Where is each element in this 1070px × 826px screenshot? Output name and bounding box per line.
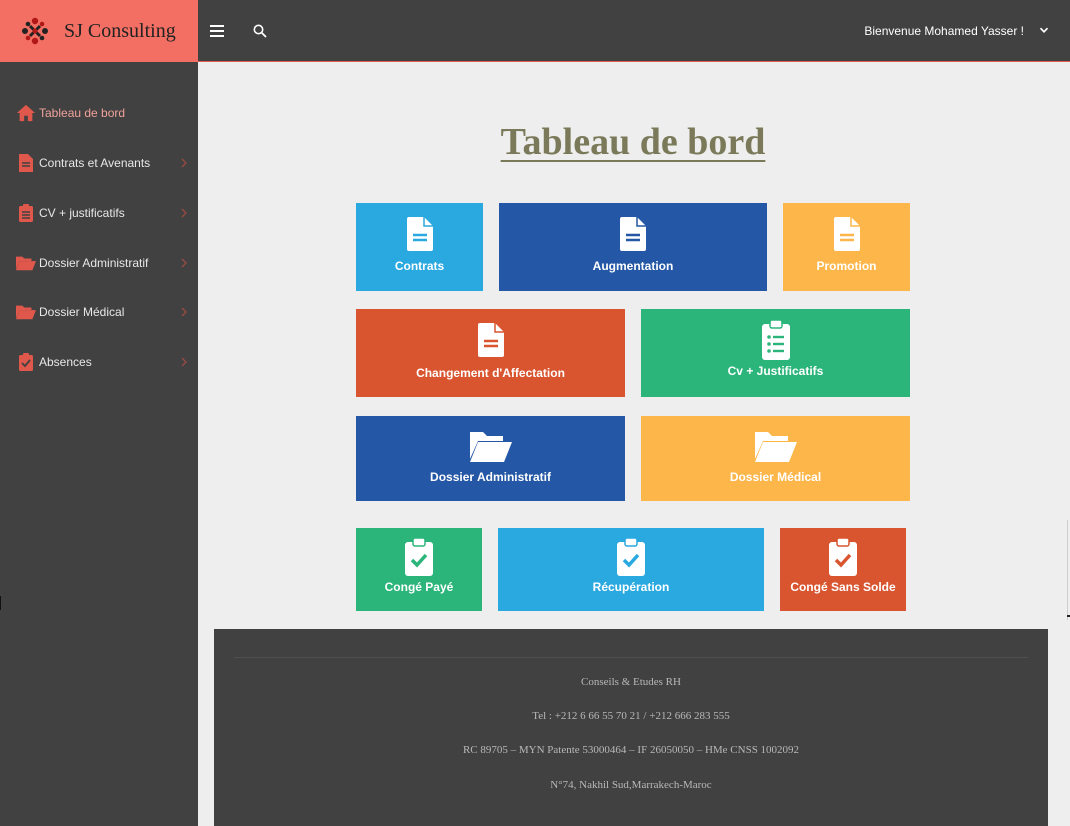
sidebar-item-dossier-medical[interactable]: Dossier Médical — [0, 292, 198, 332]
brand-name: SJ Consulting — [64, 19, 176, 42]
sidebar-item-label: Absences — [39, 355, 92, 369]
sidebar-item-dossier-administratif[interactable]: Dossier Administratif — [0, 243, 198, 283]
chevron-right-icon — [181, 357, 187, 367]
tile-conge-sans-solde[interactable]: Congé Sans Solde — [780, 528, 906, 611]
tile-contrats[interactable]: Contrats — [356, 203, 483, 291]
chevron-down-icon[interactable] — [1038, 24, 1050, 36]
file-icon — [833, 217, 860, 251]
home-icon — [16, 103, 36, 123]
clipboard-list-icon — [761, 320, 790, 360]
clipboard-check-icon — [829, 538, 857, 576]
tile-label: Dossier Administratif — [430, 470, 551, 484]
sidebar-item-absences[interactable]: Absences — [0, 342, 198, 382]
search-icon[interactable] — [252, 23, 268, 39]
sidebar-item-label: Dossier Médical — [39, 305, 125, 319]
sidebar-item-label: Contrats et Avenants — [39, 156, 151, 170]
tile-changement-affectation[interactable]: Changement d'Affectation — [356, 309, 625, 397]
tile-promotion[interactable]: Promotion — [783, 203, 910, 291]
folder-open-icon — [754, 432, 797, 462]
chevron-right-icon — [181, 208, 187, 218]
sidebar-item-tableau-de-bord[interactable]: Tableau de bord — [0, 93, 198, 133]
chevron-right-icon — [181, 258, 187, 268]
tile-dossier-medical[interactable]: Dossier Médical — [641, 416, 910, 501]
tile-label: Cv + Justificatifs — [727, 364, 824, 378]
folder-open-icon — [16, 253, 36, 273]
sj-logo-icon — [16, 12, 54, 50]
footer-company: Conseils & Etudes RH — [581, 676, 681, 688]
tile-dossier-administratif[interactable]: Dossier Administratif — [356, 416, 625, 501]
sidebar-item-label: CV + justificatifs — [39, 206, 125, 220]
chevron-right-icon — [181, 158, 187, 168]
tile-label: Récupération — [592, 580, 670, 594]
main-content: Tableau de bord Contrats Augmentation Pr… — [198, 62, 1070, 826]
clipboard-check-icon — [405, 538, 433, 576]
page-title: Tableau de bord — [500, 121, 766, 163]
tile-recuperation[interactable]: Récupération — [498, 528, 764, 611]
scrollbar[interactable] — [1067, 520, 1068, 620]
sidebar: Tableau de bord Contrats et Avenants CV … — [0, 62, 198, 826]
tile-label: Congé Payé — [384, 580, 454, 594]
window-edge-marker — [0, 596, 1, 610]
footer-phone: Tel : +212 6 66 55 70 21 / +212 666 283 … — [532, 710, 730, 722]
footer: Conseils & Etudes RH Tel : +212 6 66 55 … — [214, 629, 1048, 826]
footer-divider — [234, 657, 1028, 658]
folder-open-icon — [469, 432, 512, 462]
tile-cv-justificatifs[interactable]: Cv + Justificatifs — [641, 309, 910, 397]
tile-label: Contrats — [394, 259, 445, 273]
tile-conge-paye[interactable]: Congé Payé — [356, 528, 482, 611]
footer-address: N°74, Nakhil Sud,Marrakech-Maroc — [550, 779, 712, 791]
tile-label: Dossier Médical — [729, 470, 822, 484]
sidebar-item-label: Dossier Administratif — [39, 256, 149, 270]
tile-label: Changement d'Affectation — [416, 366, 565, 380]
tile-augmentation[interactable]: Augmentation — [499, 203, 767, 291]
chevron-right-icon — [181, 307, 187, 317]
top-navbar: Bienvenue Mohamed Yasser ! — [198, 0, 1070, 62]
welcome-user-menu[interactable]: Bienvenue Mohamed Yasser ! — [864, 24, 1024, 38]
tile-label: Congé Sans Solde — [790, 580, 896, 594]
file-icon — [477, 323, 504, 357]
file-icon — [16, 153, 36, 173]
sidebar-item-label: Tableau de bord — [39, 106, 126, 120]
folder-open-icon — [16, 302, 36, 322]
footer-registration: RC 89705 – MYN Patente 53000464 – IF 260… — [462, 744, 800, 756]
file-icon — [406, 217, 433, 251]
clipboard-list-icon — [16, 203, 36, 223]
clipboard-check-icon — [617, 538, 645, 576]
hamburger-icon[interactable] — [210, 21, 230, 41]
brand-header[interactable]: SJ Consulting — [0, 0, 198, 62]
tile-label: Augmentation — [592, 259, 674, 273]
file-icon — [620, 217, 646, 251]
tile-label: Promotion — [816, 259, 877, 273]
sidebar-item-cv-justificatifs[interactable]: CV + justificatifs — [0, 193, 198, 233]
sidebar-item-contrats[interactable]: Contrats et Avenants — [0, 143, 198, 183]
clipboard-check-icon — [16, 352, 36, 372]
